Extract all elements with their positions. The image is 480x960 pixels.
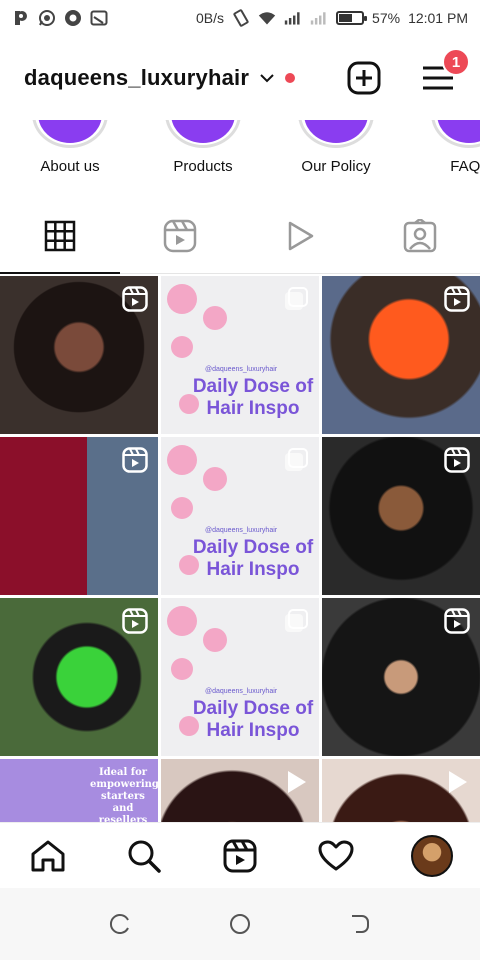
highlight-products[interactable]: Products: [143, 120, 263, 190]
chevron-down-icon[interactable]: [259, 70, 275, 86]
promo-text: Ideal for empowering starters and resell…: [90, 767, 158, 822]
nav-activity[interactable]: [288, 840, 384, 872]
heart-icon: [318, 840, 354, 870]
flower-decoration: [167, 284, 197, 314]
reel-icon: [444, 608, 470, 634]
post-tile[interactable]: [322, 759, 480, 822]
nav-home[interactable]: [0, 839, 96, 873]
flower-decoration: [203, 306, 227, 330]
status-bar: 0B/s 57% 12:01 PM: [0, 0, 480, 36]
post-tile[interactable]: @daqueens_luxuryhair Daily Dose of Hair …: [161, 276, 319, 434]
play-icon: [449, 771, 467, 793]
inspo-title: Daily Dose of Hair Inspo: [192, 376, 314, 419]
carousel-icon: [285, 448, 308, 471]
battery-percent: 57%: [372, 10, 401, 26]
signal-icon-2: [310, 9, 328, 27]
highlight-label: FAQs: [450, 158, 480, 175]
tab-tagged[interactable]: [360, 198, 480, 273]
signal-icon: [284, 9, 302, 27]
highlight-label: Products: [173, 158, 233, 175]
post-tile[interactable]: [161, 759, 319, 822]
reel-icon: [444, 286, 470, 312]
reel-icon: [122, 286, 148, 312]
tab-reels[interactable]: [120, 198, 240, 273]
nav-profile[interactable]: [384, 834, 480, 877]
inspo-handle: @daqueens_luxuryhair: [205, 527, 278, 534]
highlight-cover: [165, 120, 241, 148]
profile-header: daqueens_luxuryhair 1: [0, 36, 480, 120]
chrome-icon: [64, 9, 82, 27]
vibrate-icon: [232, 9, 250, 27]
carousel-icon: [285, 287, 308, 310]
highlight-label: About us: [40, 158, 100, 175]
highlight-cover: [32, 120, 108, 148]
post-tile[interactable]: @daqueens_luxuryhair Daily Dose of Hair …: [161, 437, 319, 595]
inspo-title: Daily Dose of Hair Inspo: [192, 698, 314, 741]
flower-decoration: [203, 467, 227, 491]
back-icon[interactable]: [348, 912, 372, 936]
reel-icon: [444, 447, 470, 473]
post-tile[interactable]: [322, 437, 480, 595]
new-activity-dot: [285, 73, 296, 83]
home-circle-icon[interactable]: [228, 912, 252, 936]
tagged-icon: [403, 218, 437, 252]
tab-grid[interactable]: [0, 198, 120, 274]
data-speed: 0B/s: [196, 10, 225, 26]
post-tile[interactable]: [0, 276, 158, 434]
bottom-nav: [0, 822, 480, 888]
wifi-icon: [258, 9, 276, 27]
whatsapp-icon: [38, 9, 56, 27]
search-icon: [128, 840, 161, 873]
reels-icon: [163, 219, 197, 252]
reels-icon: [223, 839, 257, 872]
flower-decoration: [171, 497, 193, 519]
home-icon: [31, 840, 65, 871]
profile-tabs: [0, 198, 480, 274]
p-icon: [12, 9, 30, 27]
flower-decoration: [167, 445, 197, 475]
system-nav-bar: [0, 888, 480, 960]
post-tile[interactable]: Ideal for empowering starters and resell…: [0, 759, 158, 822]
plus-square-icon: [347, 61, 381, 95]
story-highlights: About us Products Our Policy FAQs: [0, 120, 480, 190]
clock: 12:01 PM: [408, 10, 468, 26]
posts-grid: @daqueens_luxuryhair Daily Dose of Hair …: [0, 276, 480, 822]
notification-badge: 1: [442, 48, 470, 76]
play-icon: [288, 221, 314, 250]
post-tile[interactable]: [0, 598, 158, 756]
battery-level: [339, 14, 352, 22]
flower-decoration: [171, 336, 193, 358]
recents-icon[interactable]: [108, 912, 132, 936]
avatar: [411, 834, 453, 877]
inspo-handle: @daqueens_luxuryhair: [205, 688, 278, 695]
cast-icon: [90, 9, 108, 27]
nav-search[interactable]: [96, 839, 192, 873]
play-icon: [288, 771, 306, 793]
nav-reels[interactable]: [192, 839, 288, 873]
highlight-label: Our Policy: [301, 158, 371, 175]
battery-icon: [336, 11, 368, 25]
inspo-title: Daily Dose of Hair Inspo: [192, 537, 314, 580]
create-button[interactable]: [346, 60, 382, 96]
flower-decoration: [171, 658, 193, 680]
inspo-handle: @daqueens_luxuryhair: [205, 366, 278, 373]
post-tile[interactable]: [322, 598, 480, 756]
reel-icon: [122, 608, 148, 634]
post-tile[interactable]: [0, 437, 158, 595]
account-switcher[interactable]: daqueens_luxuryhair: [24, 65, 249, 91]
highlight-about-us[interactable]: About us: [10, 120, 130, 190]
flower-decoration: [167, 606, 197, 636]
highlight-cover: [431, 120, 480, 148]
highlight-cover: [298, 120, 374, 148]
post-tile[interactable]: [322, 276, 480, 434]
flower-decoration: [203, 628, 227, 652]
tab-videos[interactable]: [240, 198, 360, 273]
post-tile[interactable]: @daqueens_luxuryhair Daily Dose of Hair …: [161, 598, 319, 756]
carousel-icon: [285, 609, 308, 632]
highlight-faqs[interactable]: FAQs: [409, 120, 480, 190]
grid-icon: [44, 220, 76, 251]
reel-icon: [122, 447, 148, 473]
highlight-our-policy[interactable]: Our Policy: [276, 120, 396, 190]
menu-button[interactable]: 1: [420, 48, 470, 96]
